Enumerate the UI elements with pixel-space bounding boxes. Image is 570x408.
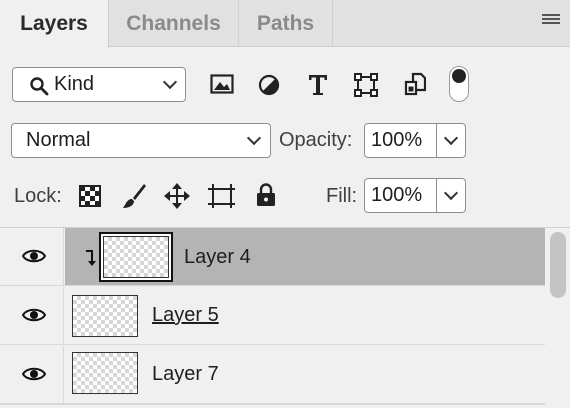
blend-mode-dropdown[interactable]: Normal: [11, 123, 271, 158]
opacity-label: Opacity:: [279, 129, 353, 151]
panel-menu-icon[interactable]: [542, 14, 560, 26]
clipping-mask-arrow-icon: [86, 250, 96, 266]
tab-layers-label: Layers: [20, 12, 88, 35]
layer-row-layer-5[interactable]: Layer 5: [0, 287, 545, 345]
scrollbar-thumb[interactable]: [550, 232, 566, 298]
layer-thumbnail[interactable]: [72, 352, 138, 394]
visibility-cell[interactable]: [0, 287, 64, 345]
opacity-value: 100%: [371, 129, 423, 151]
kind-filter-dropdown[interactable]: Kind: [12, 67, 186, 102]
filter-toggle-switch[interactable]: [449, 66, 469, 102]
next-layer-row-edge: [0, 404, 545, 408]
layer-name[interactable]: Layer 5: [152, 304, 219, 327]
blend-mode-value: Normal: [26, 129, 91, 151]
lock-artboard-icon[interactable]: [208, 183, 236, 209]
lock-label: Lock:: [14, 185, 62, 207]
tab-paths-label: Paths: [256, 11, 315, 35]
tab-channels[interactable]: Channels: [109, 0, 239, 47]
lock-all-icon[interactable]: [256, 183, 276, 207]
type-filter-icon[interactable]: [307, 73, 329, 97]
visibility-cell[interactable]: [0, 228, 64, 286]
lock-image-pixels-icon[interactable]: [121, 182, 147, 210]
tab-layers[interactable]: Layers: [0, 0, 109, 48]
tab-paths[interactable]: Paths: [239, 0, 333, 47]
tab-channels-label: Channels: [126, 11, 221, 35]
chevron-down-icon[interactable]: [443, 130, 459, 146]
fill-value: 100%: [371, 184, 423, 206]
lock-transparent-pixels-icon[interactable]: [79, 185, 101, 207]
layer-name[interactable]: Layer 7: [152, 363, 219, 386]
chevron-down-icon: [162, 74, 178, 90]
panel-tab-bar: Layers Channels Paths: [0, 0, 570, 48]
search-icon: [30, 77, 49, 96]
shape-filter-icon[interactable]: [354, 73, 378, 97]
layer-thumbnail[interactable]: [72, 295, 138, 337]
chevron-down-icon[interactable]: [443, 185, 459, 201]
smart-object-filter-icon[interactable]: [404, 72, 426, 98]
lock-position-icon[interactable]: [164, 183, 190, 209]
layer-row-layer-7[interactable]: Layer 7: [0, 346, 545, 404]
layer-name[interactable]: Layer 4: [184, 246, 251, 269]
layer-row-layer-4[interactable]: Layer 4: [0, 228, 545, 286]
visibility-cell[interactable]: [0, 346, 64, 404]
fill-field[interactable]: 100%: [364, 178, 466, 213]
eye-icon[interactable]: [22, 366, 46, 382]
toggle-knob: [452, 69, 466, 83]
layer-thumbnail[interactable]: [103, 236, 169, 278]
fill-label: Fill:: [326, 185, 358, 207]
image-filter-icon[interactable]: [210, 73, 234, 95]
adjustment-filter-icon[interactable]: [258, 74, 280, 96]
opacity-field[interactable]: 100%: [364, 123, 466, 158]
kind-filter-label: Kind: [54, 73, 95, 95]
eye-icon[interactable]: [22, 307, 46, 323]
chevron-down-icon: [246, 130, 262, 146]
eye-icon[interactable]: [22, 248, 46, 264]
